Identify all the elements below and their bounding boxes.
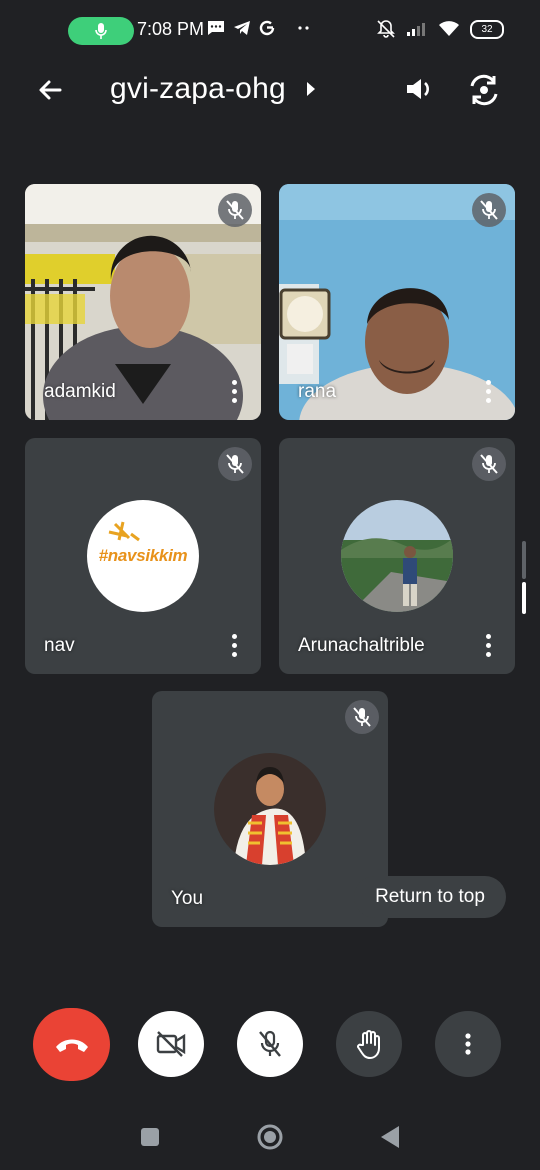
participant-name: You bbox=[171, 888, 204, 909]
participant-name: rana bbox=[298, 381, 337, 402]
return-to-top-button[interactable]: Return to top bbox=[354, 876, 506, 918]
hand-icon bbox=[357, 1030, 380, 1059]
wifi-icon bbox=[439, 21, 459, 36]
notifications-off-icon bbox=[377, 20, 395, 38]
battery-level: 32 bbox=[481, 23, 493, 35]
google-icon bbox=[259, 20, 275, 36]
system-nav-bar bbox=[0, 1100, 540, 1170]
more-vert-icon bbox=[465, 1033, 471, 1055]
avatar-photo bbox=[341, 500, 453, 612]
mic-active-pill[interactable] bbox=[68, 17, 134, 45]
more-options-button[interactable] bbox=[435, 1011, 501, 1077]
participant-tile-nav[interactable]: #navsikkim nav bbox=[25, 438, 261, 674]
signal-icon bbox=[407, 23, 425, 36]
microphone-toggle-button[interactable] bbox=[237, 1011, 303, 1077]
mic-off-icon bbox=[480, 454, 498, 474]
caret-right-icon[interactable] bbox=[306, 81, 316, 97]
more-dots-icon bbox=[298, 26, 309, 30]
muted-indicator bbox=[472, 193, 506, 227]
participant-tile-arunachaltrible[interactable]: Arunachaltrible bbox=[279, 438, 515, 674]
mic-active-icon bbox=[95, 23, 107, 39]
mic-off-icon bbox=[226, 200, 244, 220]
participant-avatar-nav: #navsikkim bbox=[87, 500, 199, 612]
muted-indicator bbox=[218, 447, 252, 481]
participant-more-button[interactable] bbox=[483, 380, 493, 404]
avatar-photo bbox=[214, 753, 326, 865]
participant-name: adamkid bbox=[44, 381, 116, 402]
back-triangle-icon[interactable] bbox=[380, 1125, 400, 1149]
mic-off-icon bbox=[353, 707, 371, 727]
status-system-icons: 32 bbox=[376, 19, 504, 39]
speaker-icon[interactable] bbox=[402, 72, 436, 106]
participant-tile-rana[interactable]: rana bbox=[279, 184, 515, 420]
status-time: 7:08 PM bbox=[137, 19, 205, 39]
scrollbar-thumb[interactable] bbox=[522, 582, 526, 614]
back-arrow-icon[interactable] bbox=[34, 74, 66, 106]
participant-tile-adamkid[interactable]: adamkid bbox=[25, 184, 261, 420]
participant-name: nav bbox=[44, 635, 75, 656]
battery-indicator: 32 bbox=[470, 19, 504, 39]
participant-more-button[interactable] bbox=[229, 380, 239, 404]
scrollbar-thumb-upper[interactable] bbox=[522, 541, 526, 579]
mic-off-icon bbox=[480, 200, 498, 220]
raise-hand-button[interactable] bbox=[336, 1011, 402, 1077]
participant-name: Arunachaltrible bbox=[298, 635, 425, 656]
phone-hangup-icon bbox=[55, 1039, 88, 1052]
home-circle-icon[interactable] bbox=[256, 1123, 284, 1151]
participant-tile-you[interactable]: You bbox=[152, 691, 388, 927]
meeting-code[interactable]: gvi-zapa-ohg bbox=[110, 72, 286, 106]
recents-square-icon[interactable] bbox=[140, 1127, 160, 1147]
camera-toggle-button[interactable] bbox=[138, 1011, 204, 1077]
return-to-top-label: Return to top bbox=[375, 886, 485, 907]
avatar-text: #navsikkim bbox=[98, 546, 188, 565]
muted-indicator bbox=[218, 193, 252, 227]
participant-more-button[interactable] bbox=[483, 634, 493, 658]
muted-indicator bbox=[472, 447, 506, 481]
message-icon bbox=[208, 21, 224, 35]
end-call-button[interactable] bbox=[33, 1008, 110, 1081]
participant-more-button[interactable] bbox=[229, 634, 239, 658]
participant-avatar-you bbox=[214, 753, 326, 865]
mic-off-icon bbox=[259, 1030, 281, 1057]
status-notification-icons bbox=[207, 20, 313, 36]
telegram-icon bbox=[234, 21, 250, 35]
switch-camera-icon[interactable] bbox=[466, 72, 502, 108]
meeting-header: gvi-zapa-ohg bbox=[0, 62, 540, 118]
mic-off-icon bbox=[226, 454, 244, 474]
status-bar: 7:08 PM 32 bbox=[0, 0, 540, 62]
participant-avatar-arunachaltrible bbox=[341, 500, 453, 612]
muted-indicator bbox=[345, 700, 379, 734]
camera-off-icon bbox=[156, 1031, 186, 1057]
